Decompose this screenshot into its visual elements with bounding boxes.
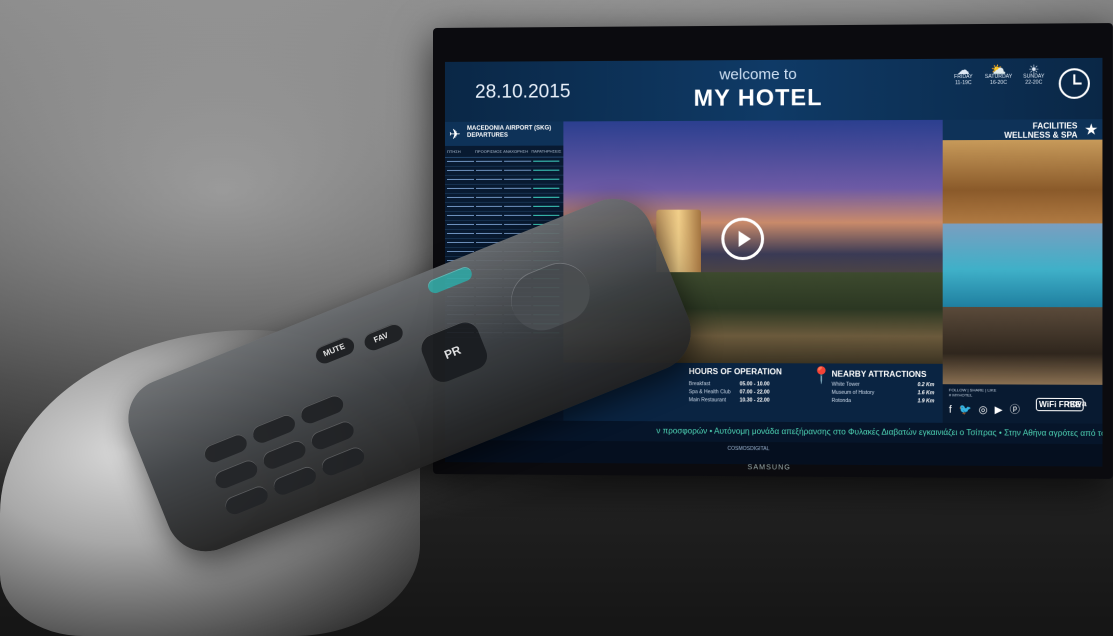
weather-day: ☁ FRIDAY 11-19C (949, 62, 978, 86)
clock-icon (1058, 68, 1090, 99)
weather-forecast: ☁ FRIDAY 11-19C ⛅ SATURDAY 16-20C ☀ SUNDAY 22-… (949, 62, 1048, 87)
header: 28.10.2015 welcome to MY HOTEL ☁ FRIDAY 11… (444, 57, 1103, 122)
sun-icon: ☀ (1028, 62, 1040, 77)
follow-text: FOLLOW | SHARE | LIKE # MYHOTEL (948, 387, 997, 398)
number-button[interactable] (250, 412, 298, 446)
number-button[interactable] (201, 431, 250, 465)
mute-button[interactable]: MUTE (312, 334, 357, 367)
cloud-rain-icon: ☁ (957, 62, 970, 78)
teal-button[interactable] (426, 264, 474, 296)
date-display: 28.10.2015 (475, 81, 571, 103)
hotel-name: MY HOTEL (693, 83, 823, 111)
attractions-title: NEARBY ATTRACTIONS (831, 369, 927, 380)
play-icon[interactable] (721, 217, 765, 261)
nova-logo: nova (1067, 399, 1087, 409)
facilities-header: FACILITIES WELLNESS & SPA ★ (942, 119, 1103, 141)
restaurant-photo (942, 306, 1103, 385)
plane-icon: ✈ (448, 125, 461, 142)
fav-button[interactable]: FAV (361, 321, 406, 353)
star-icon: ★ (1084, 121, 1099, 139)
number-button[interactable] (298, 392, 346, 426)
number-button[interactable] (212, 457, 260, 491)
flight-row (444, 202, 564, 212)
weather-day: ⛅ SATURDAY 16-20C (984, 62, 1013, 87)
hours-row: Breakfast 05.00 - 10.00 (688, 381, 770, 388)
number-button[interactable] (308, 418, 357, 452)
facilities-title: FACILITIES WELLNESS & SPA (1004, 121, 1078, 140)
flights-columns: ΠΤΗΣΗ ΠΡΟΟΡΙΣΜΟΣ ΑΝΑΧΩΡΗΣΗ ΠΑΡΑΤΗΡΗΣΕΙΣ (444, 145, 564, 158)
welcome-text: welcome to (719, 65, 797, 84)
attraction-row: Rotonda 1.9 Km (831, 397, 935, 405)
flights-title: MACEDONIA AIRPORT (SKG) DEPARTURES (466, 125, 552, 139)
number-button[interactable] (260, 438, 309, 472)
ticker-text: ν προσφορών • Αυτόνομη μονάδα απεξήρανση… (656, 426, 1103, 439)
flight-row (444, 193, 564, 203)
attraction-row: White Tower 0.2 Km (831, 381, 935, 389)
number-button[interactable] (222, 483, 271, 517)
flights-header: ✈ MACEDONIA AIRPORT (SKG) DEPARTURES (444, 121, 564, 146)
flight-row (444, 184, 564, 194)
cosmos-logo: COSMOSDIGITAL (727, 445, 770, 453)
weather-day: ☀ SUNDAY 22-20C (1019, 62, 1048, 86)
location-pin-icon: 📍 (811, 367, 832, 385)
flight-row (444, 211, 564, 221)
number-button[interactable] (271, 464, 319, 498)
hours-title: HOURS OF OPERATION (688, 366, 782, 377)
number-button[interactable] (319, 444, 367, 478)
flight-row (444, 166, 564, 176)
hours-row: Main Restaurant 10.30 - 22.00 (688, 397, 770, 404)
hours-row: Spa & Health Club 07.00 - 22.00 (688, 389, 770, 396)
pool-photo (942, 223, 1103, 308)
cloud-sun-icon: ⛅ (990, 62, 1007, 77)
social-panel: FOLLOW | SHARE | LIKE # MYHOTEL f 🐦 ◎ ▶ ⓟ… (942, 384, 1103, 424)
social-icons[interactable]: f 🐦 ◎ ▶ ⓟ (949, 400, 1022, 417)
flight-row (444, 175, 564, 185)
navigation-pad[interactable] (502, 253, 599, 340)
conference-room-photo (942, 139, 1103, 224)
pr-rocker[interactable]: PR (416, 317, 492, 387)
attraction-row: Museum of History 1.6 Km (831, 389, 935, 397)
flight-row (444, 157, 564, 167)
